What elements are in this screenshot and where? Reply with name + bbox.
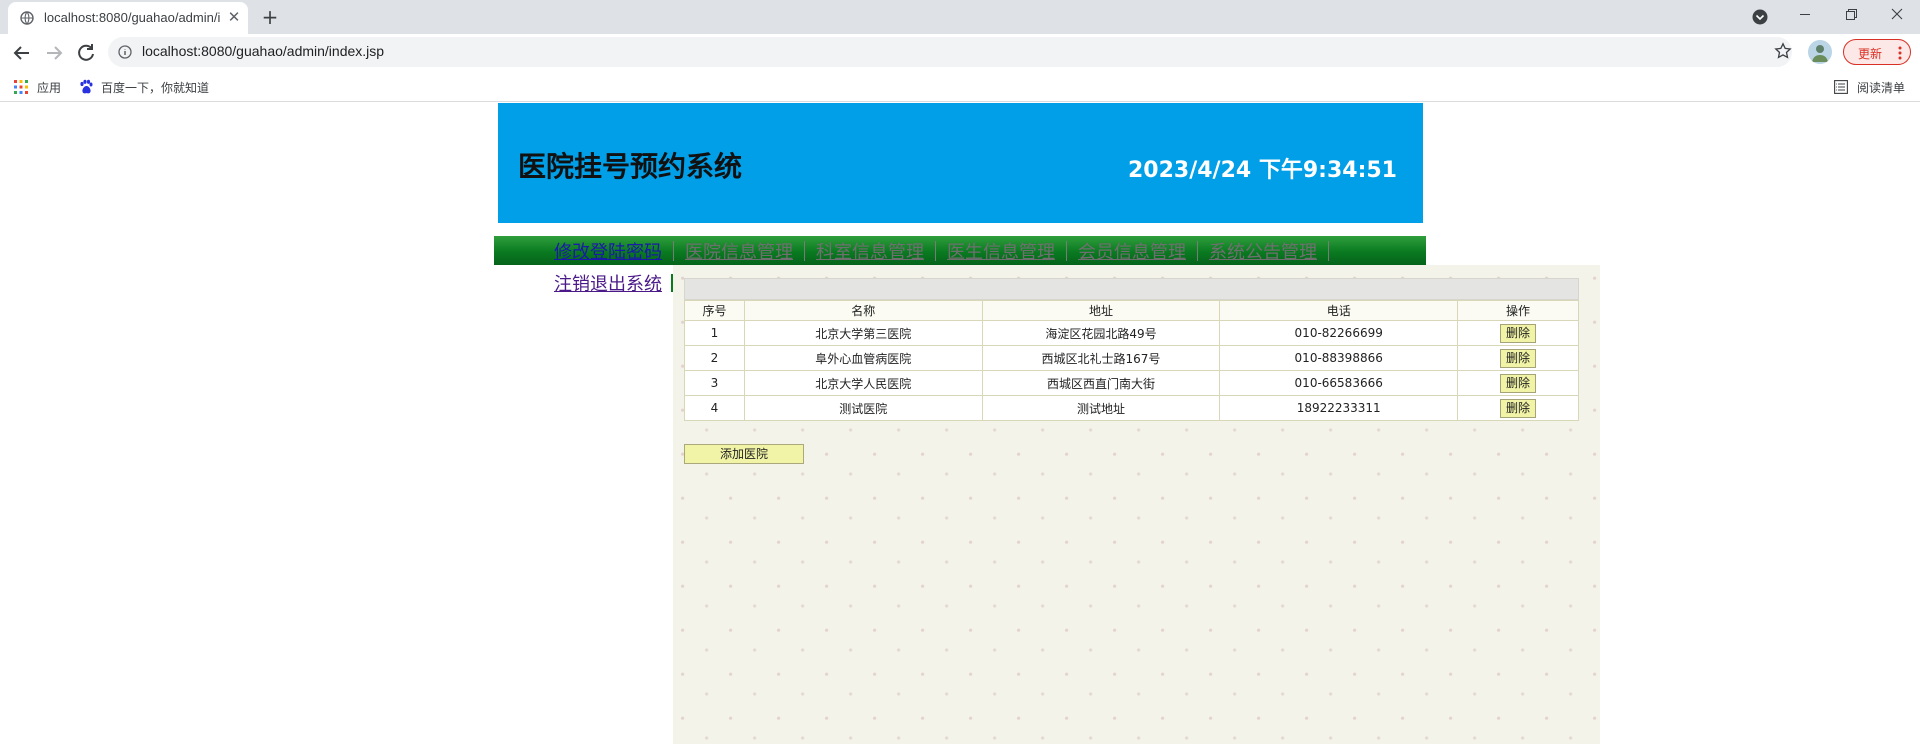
cell-address: 西城区西直门南大街: [981, 370, 1221, 396]
column-header-phone: 电话: [1219, 300, 1459, 321]
page-title: 医院挂号预约系统: [518, 150, 743, 183]
minimize-window-icon[interactable]: [1782, 0, 1828, 30]
column-header-action: 操作: [1457, 300, 1579, 321]
reading-list-icon[interactable]: [1834, 80, 1848, 94]
add-hospital-button[interactable]: 添加医院: [684, 444, 804, 464]
cell-index: 2: [684, 345, 745, 371]
cell-action: 删除: [1457, 370, 1579, 396]
nav-separator: [1328, 240, 1329, 261]
browser-tab[interactable]: localhost:8080/guahao/admin/index.jsp ✕: [8, 2, 248, 34]
nav-hospital-management[interactable]: 医院信息管理: [685, 238, 804, 264]
tab-search-icon[interactable]: [1752, 9, 1768, 25]
delete-button[interactable]: 删除: [1500, 398, 1537, 418]
restore-window-icon[interactable]: [1828, 0, 1874, 30]
reading-list-label[interactable]: 阅读清单: [1857, 79, 1905, 96]
nav-change-password[interactable]: 修改登陆密码: [554, 238, 673, 264]
cell-name: 阜外心血管病医院: [743, 345, 983, 371]
apps-grid-icon[interactable]: [14, 80, 28, 94]
cell-index: 3: [684, 370, 745, 396]
profile-avatar[interactable]: [1808, 40, 1832, 64]
cell-action: 删除: [1457, 345, 1579, 371]
browser-tab-strip: localhost:8080/guahao/admin/index.jsp ✕ …: [0, 0, 1920, 34]
new-tab-plus-icon[interactable]: +: [258, 6, 282, 30]
main-content: 序号 名称 地址 电话 操作 1 北京大学第三医院 海淀区花园北路49号 010…: [673, 265, 1600, 744]
cell-address: 西城区北礼士路167号: [981, 345, 1221, 371]
nav-doctor-management[interactable]: 医生信息管理: [947, 238, 1066, 264]
update-button[interactable]: 更新: [1843, 39, 1911, 65]
cell-address: 测试地址: [981, 395, 1221, 421]
bookmarks-bar: 应用 百度一下，你就知道 阅读清单: [0, 72, 1920, 102]
table-row: 1 北京大学第三医院 海淀区花园北路49号 010-82266699 删除: [684, 320, 1579, 346]
cell-address: 海淀区花园北路49号: [981, 320, 1221, 346]
delete-button[interactable]: 删除: [1500, 373, 1537, 393]
cell-action: 删除: [1457, 395, 1579, 421]
nav-separator: [1197, 240, 1198, 261]
nav-separator: [673, 240, 674, 261]
delete-button[interactable]: 删除: [1500, 348, 1537, 368]
nav-separator: [1066, 240, 1067, 261]
nav-member-management[interactable]: 会员信息管理: [1078, 238, 1197, 264]
cell-phone: 010-88398866: [1219, 345, 1459, 371]
hospital-table: 序号 名称 地址 电话 操作 1 北京大学第三医院 海淀区花园北路49号 010…: [684, 300, 1579, 421]
nav-separator: [804, 240, 805, 261]
reload-icon[interactable]: [74, 41, 98, 65]
cell-name: 北京大学第三医院: [743, 320, 983, 346]
clock-display: 2023/4/24 下午9:34:51: [1127, 158, 1397, 183]
cell-phone: 010-82266699: [1219, 320, 1459, 346]
bookmark-star-icon[interactable]: [1774, 42, 1792, 60]
table-row: 2 阜外心血管病医院 西城区北礼士路167号 010-88398866 删除: [684, 345, 1579, 371]
column-header-address: 地址: [981, 300, 1221, 321]
table-row: 3 北京大学人民医院 西城区西直门南大街 010-66583666 删除: [684, 370, 1579, 396]
delete-button[interactable]: 删除: [1500, 323, 1537, 343]
site-info-icon[interactable]: [118, 45, 132, 59]
bookmark-apps[interactable]: 应用: [37, 79, 61, 96]
column-header-name: 名称: [743, 300, 983, 321]
close-window-icon[interactable]: [1874, 0, 1920, 30]
back-arrow-icon[interactable]: [10, 41, 34, 65]
nav-department-management[interactable]: 科室信息管理: [816, 238, 935, 264]
bookmark-baidu[interactable]: 百度一下，你就知道: [101, 79, 209, 96]
globe-icon: [20, 11, 34, 25]
cell-index: 1: [684, 320, 745, 346]
cell-phone: 18922233311: [1219, 395, 1459, 421]
close-tab-icon[interactable]: ✕: [226, 9, 242, 25]
table-row: 4 测试医院 测试地址 18922233311 删除: [684, 395, 1579, 421]
nav-logout[interactable]: 注销退出系统: [554, 270, 662, 296]
baidu-paw-icon: [80, 79, 93, 94]
nav-separator: [935, 240, 936, 261]
main-nav: 修改登陆密码 医院信息管理 科室信息管理 医生信息管理 会员信息管理 系统公告管…: [494, 236, 1426, 265]
cell-action: 删除: [1457, 320, 1579, 346]
site-header: 医院挂号预约系统 2023/4/24 下午9:34:51: [498, 103, 1423, 223]
address-bar[interactable]: localhost:8080/guahao/admin/index.jsp: [108, 37, 1792, 67]
tab-title: localhost:8080/guahao/admin/index.jsp: [44, 10, 220, 25]
more-menu-icon[interactable]: [1895, 45, 1905, 61]
cell-name: 北京大学人民医院: [743, 370, 983, 396]
nav-row-secondary: 注销退出系统: [554, 271, 673, 295]
nav-announcement-management[interactable]: 系统公告管理: [1209, 238, 1328, 264]
forward-arrow-icon[interactable]: [42, 41, 66, 65]
cell-name: 测试医院: [743, 395, 983, 421]
table-caption-bar: [684, 278, 1579, 300]
cell-phone: 010-66583666: [1219, 370, 1459, 396]
nav-row: 修改登陆密码 医院信息管理 科室信息管理 医生信息管理 会员信息管理 系统公告管…: [554, 236, 1340, 265]
url-text: localhost:8080/guahao/admin/index.jsp: [142, 43, 385, 59]
column-header-index: 序号: [684, 300, 745, 321]
update-label: 更新: [1858, 47, 1883, 61]
table-header-row: 序号 名称 地址 电话 操作: [684, 300, 1579, 321]
cell-index: 4: [684, 395, 745, 421]
browser-toolbar: localhost:8080/guahao/admin/index.jsp 更新: [0, 34, 1920, 72]
